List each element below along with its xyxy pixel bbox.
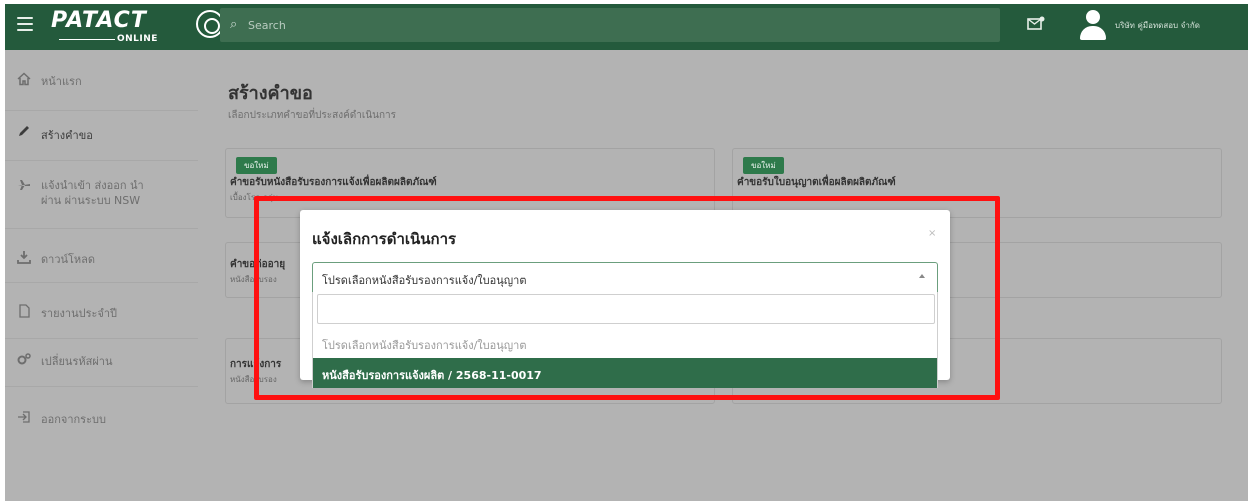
divider	[5, 386, 198, 387]
download-icon	[17, 251, 31, 264]
page-subtitle: เลือกประเภทคำขอที่ประสงค์ดำเนินการ	[228, 110, 397, 121]
divider	[5, 110, 198, 111]
sidebar-item-label: เปลี่ยนรหัสผ่าน	[41, 355, 113, 368]
search-input[interactable]	[248, 16, 948, 34]
sidebar-item-change-password[interactable]: เปลี่ยนรหัสผ่าน	[5, 352, 198, 370]
divider	[5, 228, 198, 229]
logo-line	[59, 39, 115, 40]
sidebar-item-label: รายงานประจำปี	[41, 307, 118, 320]
new-badge: ขอใหม่	[236, 157, 277, 174]
document-icon	[19, 304, 30, 318]
notification-icon[interactable]	[1027, 16, 1045, 30]
search-icon: ⌕	[230, 17, 238, 32]
sidebar-item-label: แจ้งนำเข้า ส่งออก นำผ่าน ผ่านระบบ NSW	[41, 179, 144, 207]
sidebar-item-label: ออกจากระบบ	[41, 413, 106, 426]
divider	[5, 338, 198, 339]
sidebar-item-create-request[interactable]: สร้างคำขอ	[5, 124, 198, 144]
card-title: คำขอรับใบอนุญาตเพื่อผลิตผลิตภัณฑ์	[737, 177, 896, 188]
divider	[5, 160, 198, 161]
new-badge: ขอใหม่	[743, 157, 784, 174]
page-title: สร้างคำขอ	[228, 83, 313, 104]
card-title: คำขอรับหนังสือรับรองการแจ้งเพื่อผลิตผลิต…	[230, 177, 437, 188]
sidebar-item-label: ดาวน์โหลด	[41, 253, 96, 266]
pencil-icon	[19, 126, 29, 136]
top-navbar: PATACT ONLINE ⌕ บริษัท คู่มือทดสอบ จำกัด	[5, 4, 1248, 50]
sidebar-item-home[interactable]: หน้าแรก	[5, 72, 198, 90]
search-bar[interactable]: ⌕	[220, 8, 1000, 42]
logo-text: PATACT	[51, 8, 147, 33]
sidebar-item-label: สร้างคำขอ	[41, 129, 93, 142]
user-avatar-icon[interactable]	[1080, 8, 1106, 40]
menu-icon[interactable]	[17, 17, 33, 31]
sidebar-item-download[interactable]: ดาวน์โหลด	[5, 250, 198, 268]
sidebar-item-annual-report[interactable]: รายงานประจำปี	[5, 304, 198, 322]
logo-subtext: ONLINE	[117, 34, 158, 44]
company-name[interactable]: บริษัท คู่มือทดสอบ จำกัด	[1115, 19, 1200, 32]
gears-icon	[17, 353, 31, 365]
sidebar-item-label: หน้าแรก	[41, 75, 82, 88]
divider	[5, 282, 198, 283]
logout-icon	[18, 411, 30, 423]
sidebar-item-logout[interactable]: ออกจากระบบ	[5, 410, 198, 428]
sidebar: หน้าแรก สร้างคำขอ แจ้งนำเข้า ส่งออก นำผ่…	[5, 50, 198, 501]
sidebar-item-nsw[interactable]: แจ้งนำเข้า ส่งออก นำผ่าน ผ่านระบบ NSW	[5, 178, 198, 208]
highlight-box	[254, 196, 1000, 400]
home-icon	[17, 72, 31, 86]
